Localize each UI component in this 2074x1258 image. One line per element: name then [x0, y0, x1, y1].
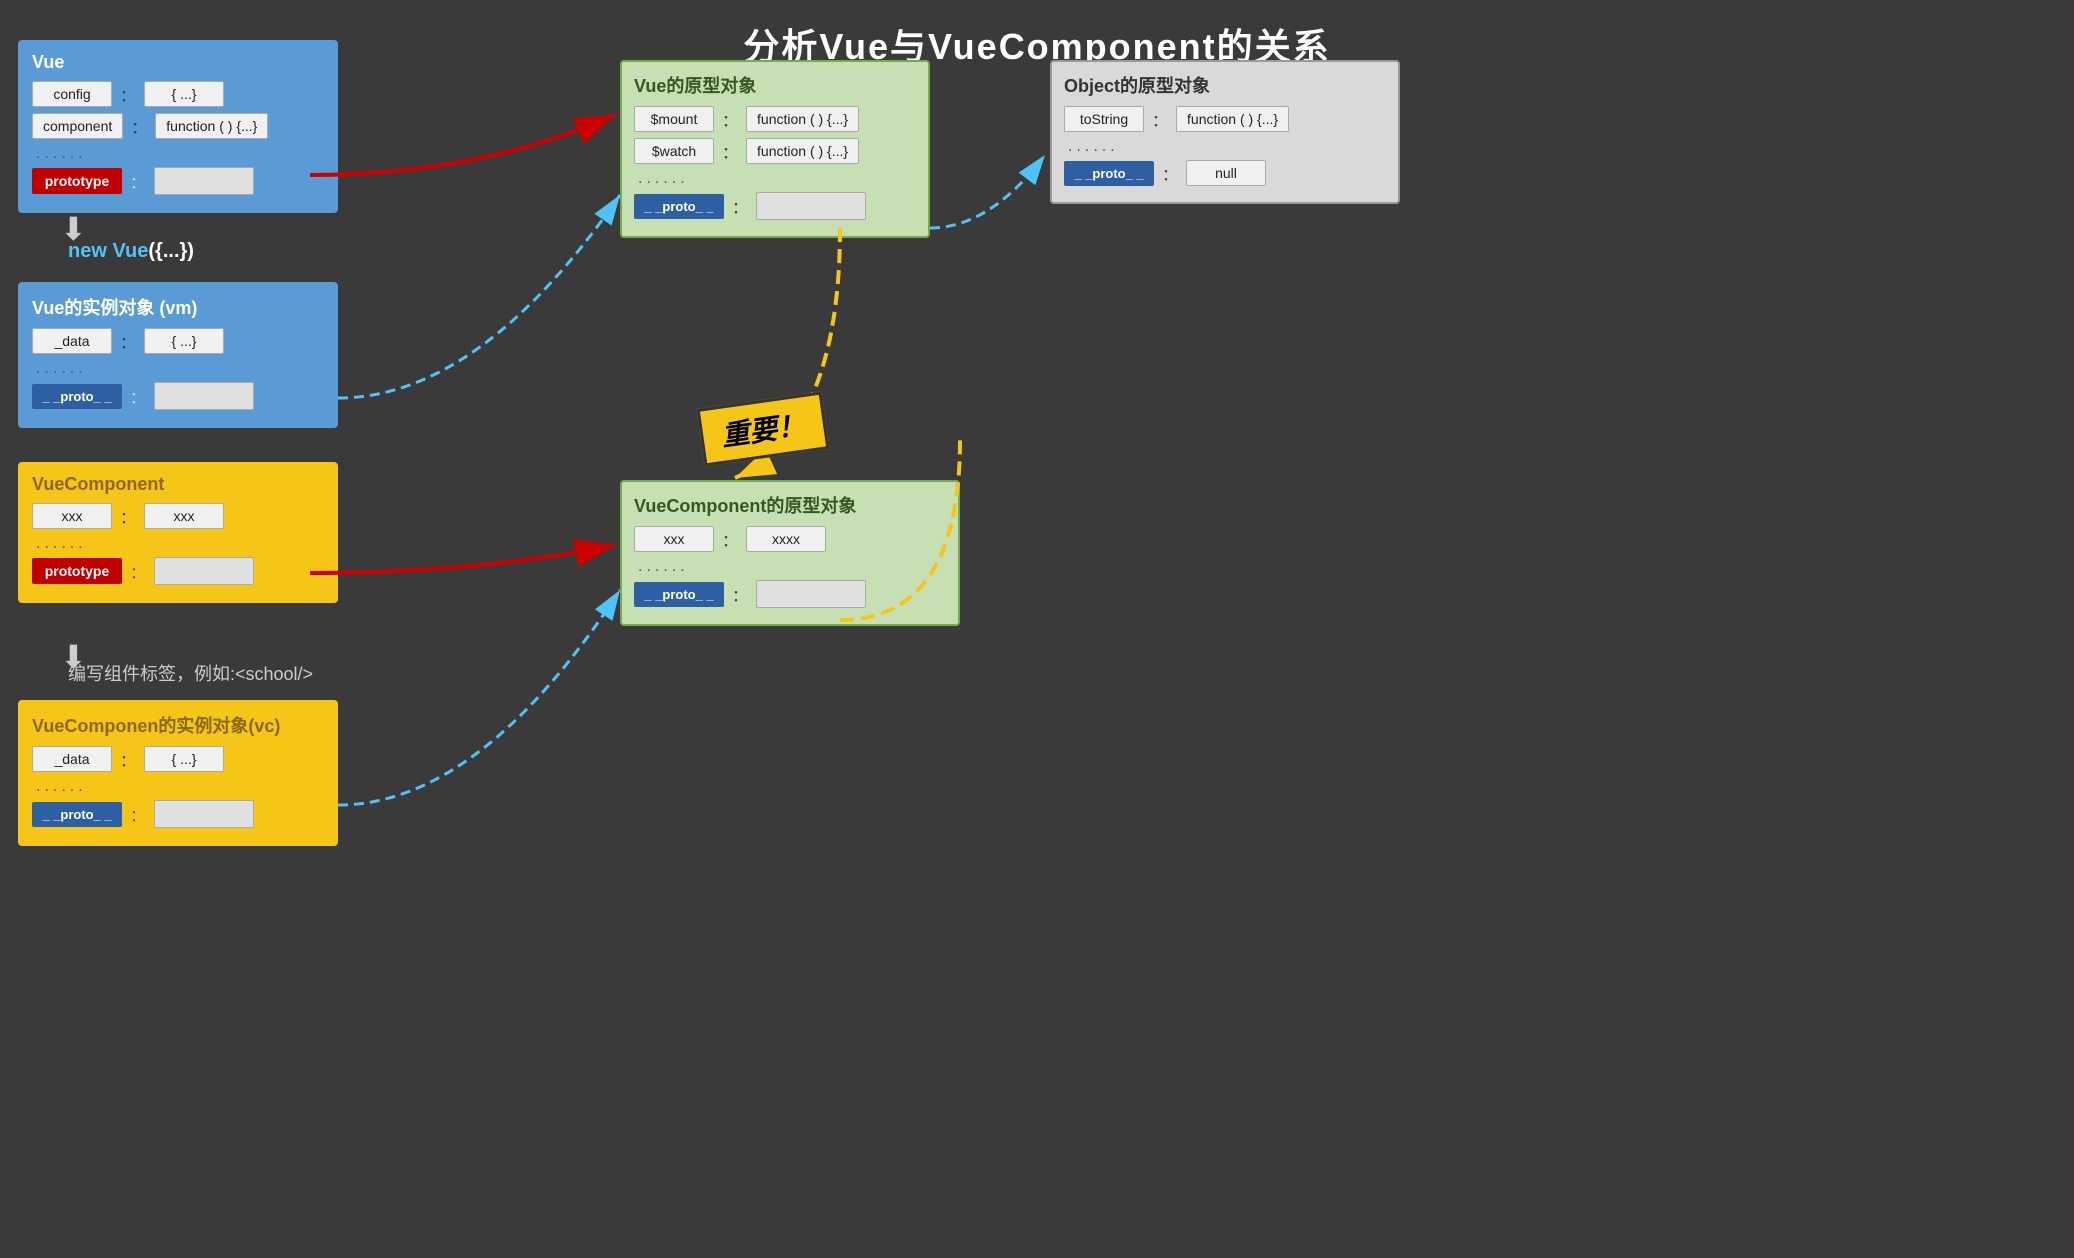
vuecomp-prototype-val	[154, 557, 254, 585]
vuecomp-proto-box: VueComponent的原型对象 xxx ： xxxx ...... _ _p…	[620, 480, 960, 626]
vue-dots: ......	[36, 145, 324, 163]
vm-dots: ......	[36, 360, 324, 378]
vue-prototype-val	[154, 167, 254, 195]
vm-box-title: Vue的实例对象 (vm)	[32, 294, 324, 320]
vuecomp-xxx-val: xxx	[144, 503, 224, 529]
obj-proto-val: null	[1186, 160, 1266, 186]
vcp-dots: ......	[638, 558, 946, 576]
vue-config-val: { ...}	[144, 81, 224, 107]
vc-data-key: _data	[32, 746, 112, 772]
vm-proto-val	[154, 382, 254, 410]
vue-component-val: function ( ) {...}	[155, 113, 268, 139]
obj-proto-key: _ _proto_ _	[1064, 161, 1154, 186]
vcp-xxx-val: xxxx	[746, 526, 826, 552]
vm-box: Vue的实例对象 (vm) _data ： { ...} ...... _ _p…	[18, 282, 338, 428]
badge-important: 重要！	[697, 392, 830, 467]
vc-proto-val	[154, 800, 254, 828]
label-write-tag: 编写组件标签，例如:<school/>	[68, 660, 313, 686]
vc-dots: ......	[36, 778, 324, 796]
vc-data-val: { ...}	[144, 746, 224, 772]
vp-mount-val: function ( ) {...}	[746, 106, 859, 132]
vp-proto-key: _ _proto_ _	[634, 194, 724, 219]
vue-proto-title: Vue的原型对象	[634, 72, 916, 98]
vm-data-val: { ...}	[144, 328, 224, 354]
vuecomp-proto-title: VueComponent的原型对象	[634, 492, 946, 518]
obj-tostring-val: function ( ) {...}	[1176, 106, 1289, 132]
vcp-xxx-key: xxx	[634, 526, 714, 552]
vue-proto-box: Vue的原型对象 $mount ： function ( ) {...} $wa…	[620, 60, 930, 238]
vcp-proto-val	[756, 580, 866, 608]
vm-proto-key: _ _proto_ _	[32, 384, 122, 409]
vp-dots: ......	[638, 170, 916, 188]
vp-watch-val: function ( ) {...}	[746, 138, 859, 164]
vc-box: VueComponen的实例对象(vc) _data ： { ...} ....…	[18, 700, 338, 846]
vuecomp-box: VueComponent xxx ： xxx ...... prototype …	[18, 462, 338, 603]
object-proto-box: Object的原型对象 toString ： function ( ) {...…	[1050, 60, 1400, 204]
vuecomp-xxx-key: xxx	[32, 503, 112, 529]
obj-dots: ......	[1068, 138, 1386, 156]
vp-mount-key: $mount	[634, 106, 714, 132]
vue-config-key: config	[32, 81, 112, 107]
vc-box-title: VueComponen的实例对象(vc)	[32, 712, 324, 738]
vcp-proto-key: _ _proto_ _	[634, 582, 724, 607]
object-proto-title: Object的原型对象	[1064, 72, 1386, 98]
vp-watch-key: $watch	[634, 138, 714, 164]
vuecomp-dots: ......	[36, 535, 324, 553]
vue-component-key: component	[32, 113, 123, 139]
vue-prototype-key: prototype	[32, 168, 122, 194]
obj-tostring-key: toString	[1064, 106, 1144, 132]
vuecomp-prototype-key: prototype	[32, 558, 122, 584]
vuecomp-box-title: VueComponent	[32, 474, 324, 495]
vm-data-key: _data	[32, 328, 112, 354]
vue-box-title: Vue	[32, 52, 324, 73]
label-new-vue: new Vue({...})	[68, 240, 194, 263]
vue-box: Vue config ： { ...} component ： function…	[18, 40, 338, 213]
vc-proto-key: _ _proto_ _	[32, 802, 122, 827]
vp-proto-val	[756, 192, 866, 220]
